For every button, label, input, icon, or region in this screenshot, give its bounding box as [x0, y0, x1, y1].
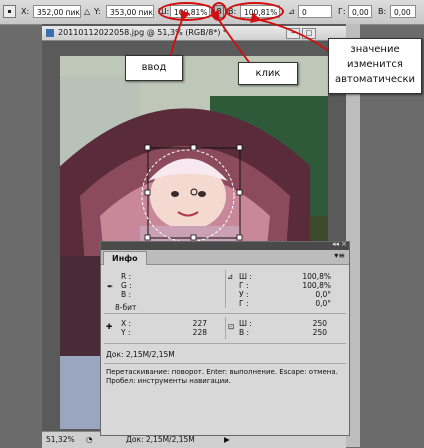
sel-h-value: 250 — [312, 328, 327, 337]
width-highlight — [158, 2, 215, 21]
y-value: 228 — [192, 328, 207, 337]
maximize-button[interactable]: □ — [302, 28, 316, 39]
panel-header[interactable]: ◂◂ × — [101, 240, 349, 250]
height-highlight — [226, 2, 284, 21]
zoom-level[interactable]: 51,32% — [46, 432, 75, 448]
callout-note-line-3: автоматически — [334, 74, 416, 85]
callout-note: значение изменится автоматически — [328, 38, 422, 94]
transform-icon: ⊿ — [227, 272, 234, 281]
y-input[interactable]: 353,00 пикс — [106, 5, 154, 18]
hskew-label: Г: — [338, 7, 346, 16]
info-panel: ◂◂ × Инфо ▾≡ ✒ R : G : B : 8-бит ⊿ Ш : 1… — [100, 240, 350, 436]
document-title: 20110112022058.jpg @ 51,3% (RGB/8*) * — [58, 28, 228, 37]
collapse-icon[interactable]: ◂◂ — [332, 240, 339, 248]
x-input[interactable]: 352,00 пикс — [33, 5, 81, 18]
reference-point-icon[interactable] — [3, 5, 16, 18]
vskew-label: В: — [378, 7, 387, 16]
y-label: Y : — [121, 328, 131, 337]
divider — [104, 313, 346, 314]
x-value: 227 — [192, 319, 207, 328]
document-tab[interactable]: 20110112022058.jpg @ 51,3% (RGB/8*) * – … — [42, 26, 346, 41]
sel-w-value: 250 — [312, 319, 327, 328]
y-label: Y: — [94, 7, 101, 16]
angle-input[interactable]: 0 — [298, 5, 332, 18]
transform-skew-value: 0,0° — [315, 299, 331, 308]
callout-click: клик — [238, 62, 298, 85]
g-label: G : — [121, 281, 132, 290]
eyedropper-icon: ✒ — [107, 282, 114, 291]
options-bar: X: 352,00 пикс △ Y: 353,00 пикс Ш: 100,8… — [0, 0, 424, 25]
callout-note-line-1: значение — [350, 44, 400, 55]
crosshair-icon: ✚ — [106, 322, 113, 331]
panel-doc-size: Док: 2,15M/2,15M — [106, 350, 175, 359]
hint-text-1: Перетаскивание: поворот. Enter: выполнен… — [106, 368, 338, 376]
divider — [104, 363, 346, 364]
transform-skew-label: Г : — [239, 299, 249, 308]
close-icon[interactable]: × — [341, 240, 347, 248]
hskew-input[interactable]: 0,00 — [348, 5, 372, 18]
selection-size-icon: ⊡ — [228, 322, 235, 331]
hint-text-2: Пробел: инструменты навигации. — [106, 377, 231, 385]
delta-icon[interactable]: △ — [84, 6, 90, 18]
status-icon: ◔ — [86, 435, 93, 444]
transform-w-value: 100,8% — [302, 272, 331, 281]
b-label: B : — [121, 290, 132, 299]
callout-note-line-2: изменится — [347, 59, 403, 70]
transform-angle-label: У : — [239, 290, 249, 299]
transform-angle-value: 0,0° — [315, 290, 331, 299]
link-highlight — [211, 2, 227, 21]
bit-depth: 8-бит — [115, 303, 137, 312]
minimize-button[interactable]: – — [286, 28, 300, 39]
r-label: R : — [121, 272, 132, 281]
transform-h-value: 100,8% — [302, 281, 331, 290]
panel-tabbar: Инфо ▾≡ — [101, 250, 349, 265]
angle-icon: ⊿ — [288, 7, 295, 16]
transform-w-label: Ш : — [239, 272, 252, 281]
tab-info[interactable]: Инфо — [103, 251, 147, 265]
divider — [104, 343, 346, 344]
x-label: X : — [121, 319, 132, 328]
document-icon — [46, 29, 54, 37]
divider — [225, 270, 226, 308]
transform-h-label: Г : — [239, 281, 249, 290]
divider — [225, 317, 226, 339]
sel-h-label: В : — [239, 328, 250, 337]
callout-input: ввод — [125, 55, 183, 81]
vskew-input[interactable]: 0,00 — [390, 5, 416, 18]
x-label: X: — [21, 7, 30, 16]
panel-menu-icon[interactable]: ▾≡ — [334, 251, 345, 260]
sel-w-label: Ш : — [239, 319, 252, 328]
